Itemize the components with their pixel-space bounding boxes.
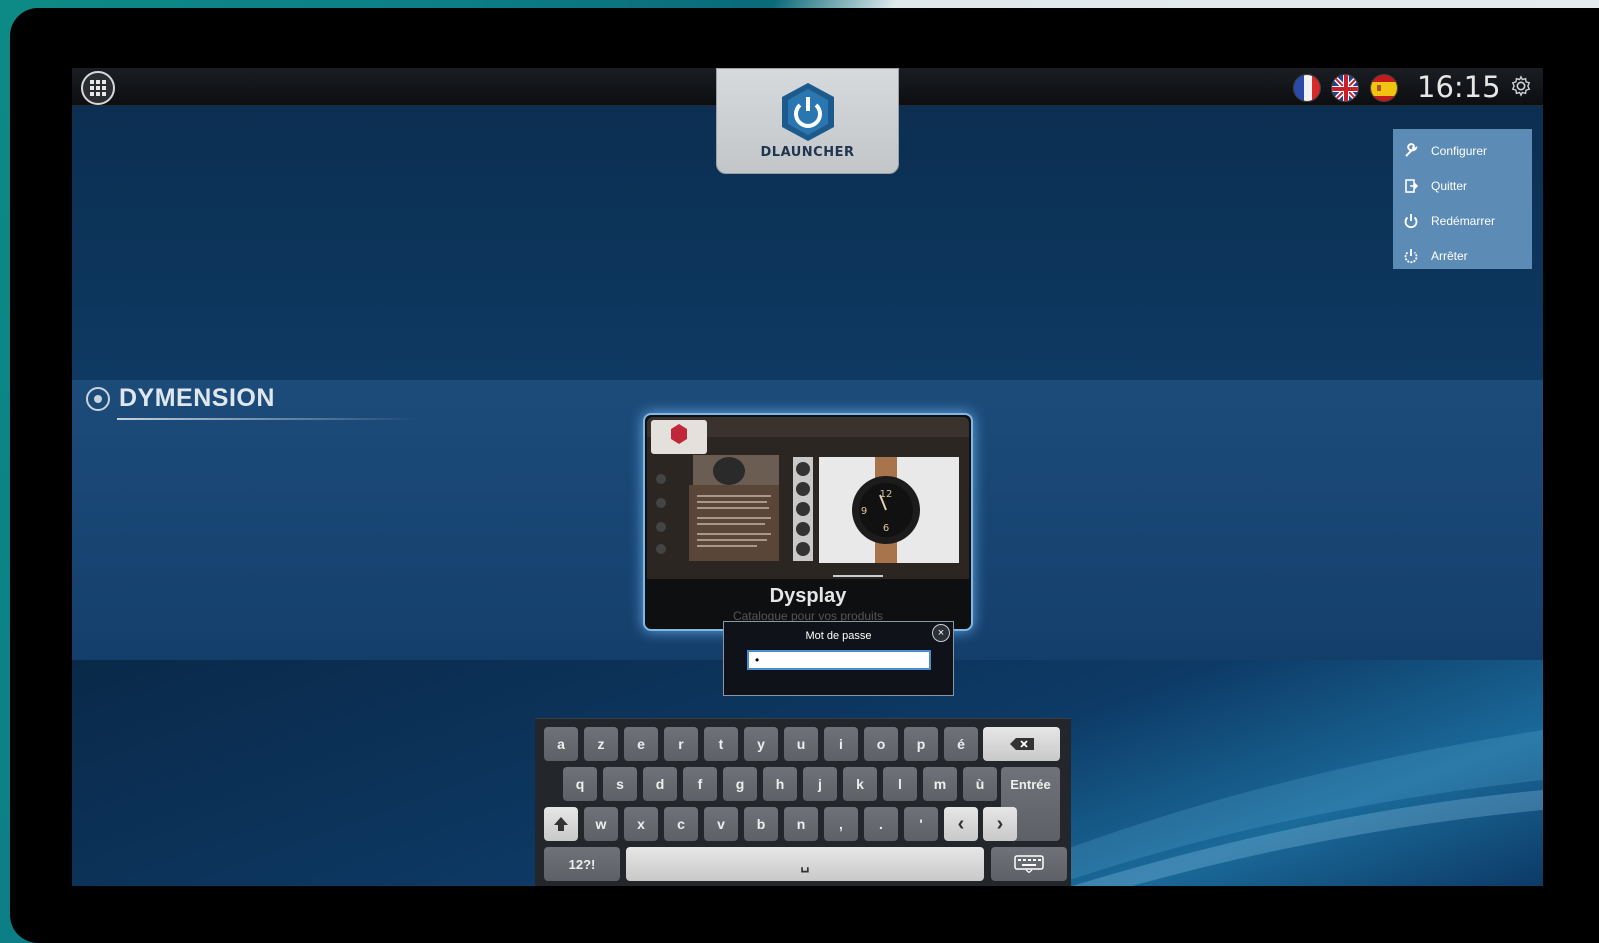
restart-icon [1404,213,1418,228]
key-u-grave[interactable]: ù [963,767,997,801]
wrench-icon [1405,142,1418,157]
key-e-acute[interactable]: é [944,727,978,761]
backspace-icon [1009,738,1034,750]
key-b[interactable]: b [744,807,778,841]
key-o[interactable]: o [864,727,898,761]
backspace-key[interactable] [983,727,1060,761]
password-input[interactable]: • [747,650,931,670]
cursor-right-key[interactable]: › [983,807,1017,841]
apps-grid-button[interactable] [81,71,115,105]
menu-item-arreter[interactable]: Arrêter [1393,238,1532,273]
section-underline [117,418,417,420]
shift-up-arrow-icon [554,817,568,831]
key-g[interactable]: g [723,767,757,801]
key-x[interactable]: x [624,807,658,841]
grid-icon [90,80,106,96]
keyboard-icon [1014,855,1044,873]
clock: 16:15 [1417,70,1501,104]
section-header: DYMENSION [86,384,275,413]
shift-key[interactable] [544,807,578,841]
key-m[interactable]: m [923,767,957,801]
key-v[interactable]: v [704,807,738,841]
key-z[interactable]: z [584,727,618,761]
hide-keyboard-key[interactable] [991,847,1067,881]
key-i[interactable]: i [824,727,858,761]
menu-label: Redémarrer [1431,213,1496,228]
power-icon [1404,248,1418,263]
key-w[interactable]: w [584,807,618,841]
key-d[interactable]: d [643,767,677,801]
app-title: Dysplay [769,585,847,607]
exit-icon [1405,178,1419,193]
symbols-key[interactable]: 12?! [544,847,620,881]
app-preview-image: 12 6 9 [647,417,969,579]
key-c[interactable]: c [664,807,698,841]
key-n[interactable]: n [784,807,818,841]
key-l[interactable]: l [883,767,917,801]
key-s[interactable]: s [603,767,637,801]
key-comma[interactable]: , [824,807,858,841]
svg-text:6: 6 [883,523,889,534]
key-p[interactable]: p [904,727,938,761]
virtual-keyboard: a z e r t y u i o p é q s d f g h j k l … [535,718,1071,886]
key-j[interactable]: j [803,767,837,801]
key-q[interactable]: q [563,767,597,801]
dlauncher-logo-icon [781,83,834,141]
key-k[interactable]: k [843,767,877,801]
france-flag-icon[interactable] [1293,74,1321,102]
menu-label: Quitter [1431,178,1468,193]
space-key[interactable]: ␣ [626,847,984,881]
cursor-left-key[interactable]: ‹ [944,807,978,841]
menu-item-quitter[interactable]: Quitter [1393,168,1532,203]
launcher-screen: 16:15 DLAUNCHER Configurer Quitter Redém… [72,68,1543,886]
section-title: DYMENSION [119,384,275,412]
key-t[interactable]: t [704,727,738,761]
key-a[interactable]: a [544,727,578,761]
logo-text: DLAUNCHER [760,145,855,160]
menu-label: Arrêter [1431,248,1468,263]
dlauncher-logo-card: DLAUNCHER [716,68,899,174]
menu-label: Configurer [1431,143,1488,158]
key-h[interactable]: h [763,767,797,801]
key-apostrophe[interactable]: ' [904,807,938,841]
settings-menu: Configurer Quitter Redémarrer Arrêter [1393,129,1532,269]
key-e[interactable]: e [624,727,658,761]
spain-flag-icon[interactable] [1370,74,1398,102]
svg-text:9: 9 [861,506,867,517]
app-card-dysplay[interactable]: 12 6 9 Dysplay Catalogue pour vos produi… [643,413,973,631]
key-r[interactable]: r [664,727,698,761]
device-frame: 16:15 DLAUNCHER Configurer Quitter Redém… [10,8,1599,943]
menu-item-redemarrer[interactable]: Redémarrer [1393,203,1532,238]
key-u[interactable]: u [784,727,818,761]
password-dialog: Mot de passe × • [723,621,954,696]
key-period[interactable]: . [864,807,898,841]
key-f[interactable]: f [683,767,717,801]
uk-flag-icon[interactable] [1331,74,1359,102]
close-icon[interactable]: × [932,624,950,642]
gear-icon[interactable] [1510,75,1532,97]
key-y[interactable]: y [744,727,778,761]
menu-item-configurer[interactable]: Configurer [1393,133,1532,168]
password-dialog-title: Mot de passe [805,630,872,642]
radio-dot-icon [86,386,110,411]
